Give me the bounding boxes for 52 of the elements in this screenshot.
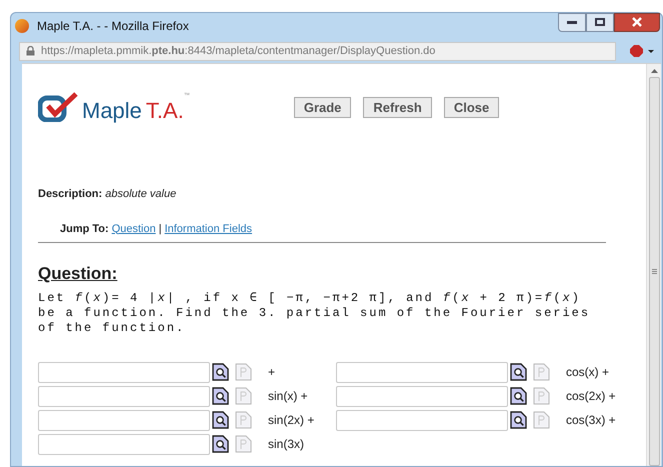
term-label: sin(x) +: [268, 388, 309, 405]
minimize-button[interactable]: [558, 12, 586, 32]
scrollbar[interactable]: [646, 64, 661, 466]
description-text: Description: absolute value: [38, 187, 178, 202]
preview-icon[interactable]: [510, 387, 527, 405]
answer-field[interactable]: [38, 362, 210, 382]
adblock-icon[interactable]: [630, 45, 654, 57]
scroll-thumb[interactable]: [648, 77, 660, 466]
scroll-up-icon[interactable]: [650, 69, 658, 73]
plot-icon[interactable]: [235, 387, 252, 405]
preview-icon[interactable]: [212, 411, 229, 429]
toolbar-button[interactable]: Refresh: [363, 96, 432, 118]
jump-to-label: Jump To:: [60, 222, 109, 236]
jump-link[interactable]: Information Fields: [164, 220, 252, 237]
toolbar-button[interactable]: Grade: [294, 96, 352, 118]
plot-icon[interactable]: [533, 363, 550, 381]
toolbar-button[interactable]: Close: [444, 96, 500, 118]
preview-icon[interactable]: [212, 387, 229, 405]
plot-icon[interactable]: [235, 363, 252, 381]
maximize-button[interactable]: [586, 12, 614, 32]
preview-icon[interactable]: [212, 435, 229, 453]
term-label: sin(3x): [268, 436, 306, 453]
preview-icon[interactable]: [510, 363, 527, 381]
preview-icon[interactable]: [212, 363, 229, 381]
answer-field[interactable]: [336, 410, 508, 430]
plot-icon[interactable]: [533, 411, 550, 429]
browser-icon: [15, 19, 29, 33]
close-icon: [631, 17, 643, 27]
address-bar[interactable]: https://mapleta.pmmik.pte.hu:8443/mapleta/contentmanager/DisplayQuestion.do: [19, 42, 616, 60]
close-button[interactable]: [614, 12, 660, 32]
answer-field[interactable]: [38, 386, 210, 406]
question-text: Let f(x)= 4 |x| , if x ∈ [ −π, −π+2 π], and f(x + 2 π)=f(x) be a function. Find the 3. partial sum of the Fourier series of the function.: [38, 290, 592, 336]
term-label: cos(3x) +: [566, 412, 617, 429]
window-title: Maple T.A. - - Mozilla Firefox: [37, 18, 189, 35]
answer-field[interactable]: [38, 434, 210, 454]
url-text: https://mapleta.pmmik.pte.hu:8443/mapleta/contentmanager/DisplayQuestion.do: [41, 44, 436, 59]
term-label: sin(2x) +: [268, 412, 316, 429]
jump-link[interactable]: Question: [112, 220, 156, 237]
answer-field[interactable]: [336, 362, 508, 382]
answer-field[interactable]: [38, 410, 210, 430]
question-heading: Question:: [38, 263, 118, 285]
preview-icon[interactable]: [510, 411, 527, 429]
answer-field[interactable]: [336, 386, 508, 406]
plot-icon[interactable]: [235, 435, 252, 453]
checkmark-logo-icon: [38, 92, 80, 122]
lock-icon: [26, 46, 35, 56]
plot-icon[interactable]: [533, 387, 550, 405]
term-label: cos(x) +: [566, 364, 610, 381]
link-separator: |: [158, 222, 162, 236]
plot-icon[interactable]: [235, 411, 252, 429]
term-label: cos(2x) +: [566, 388, 617, 405]
term-label: +: [268, 364, 276, 381]
